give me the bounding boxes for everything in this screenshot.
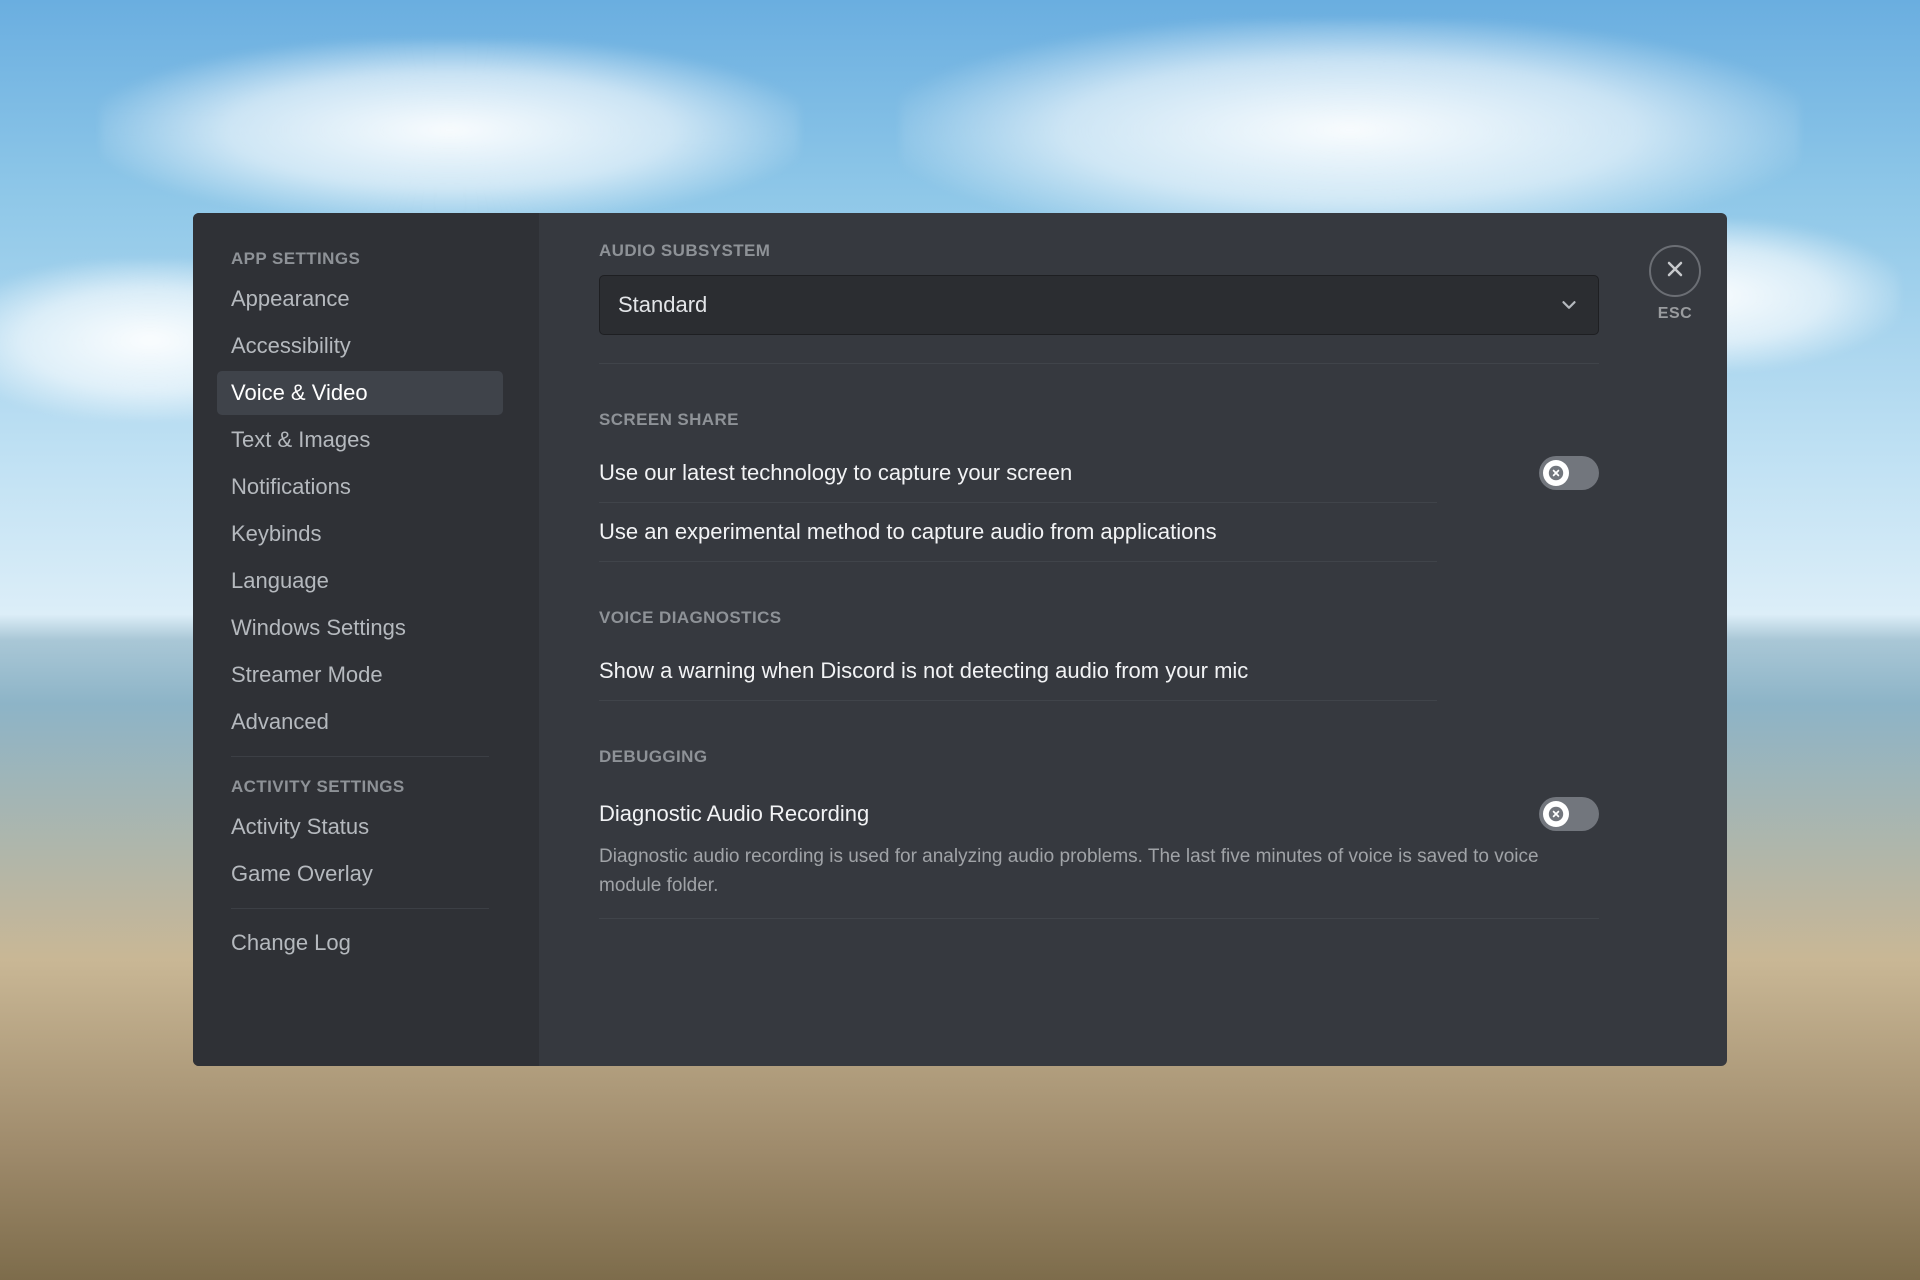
sidebar-item-game-overlay[interactable]: Game Overlay <box>217 852 503 896</box>
setting-description: Diagnostic audio recording is used for a… <box>599 843 1579 900</box>
sidebar-item-text-images[interactable]: Text & Images <box>217 418 503 462</box>
sidebar-item-activity-status[interactable]: Activity Status <box>217 805 503 849</box>
sidebar-item-voice-video[interactable]: Voice & Video <box>217 371 503 415</box>
sidebar-header-activity: ACTIVITY SETTINGS <box>217 769 503 805</box>
setting-row-mic-warning: Show a warning when Discord is not detec… <box>599 642 1437 700</box>
close-icon <box>1663 257 1687 286</box>
sidebar-item-keybinds[interactable]: Keybinds <box>217 512 503 556</box>
audio-subsystem-value: Standard <box>618 292 707 318</box>
setting-row-diagnostic-recording: Diagnostic Audio Recording <box>599 781 1599 839</box>
section-header-screen-share: SCREEN SHARE <box>599 410 1599 430</box>
toggle-off-icon <box>1543 801 1569 827</box>
setting-row-experimental-audio-capture: Use an experimental method to capture au… <box>599 503 1437 561</box>
section-header-debugging: DEBUGGING <box>599 747 1599 767</box>
toggle-screen-capture[interactable] <box>1539 456 1599 490</box>
setting-row-screen-capture: Use our latest technology to capture you… <box>599 444 1599 502</box>
sidebar-item-windows-settings[interactable]: Windows Settings <box>217 606 503 650</box>
settings-content: AUDIO SUBSYSTEM Standard SCREEN SHARE Us… <box>539 213 1727 1066</box>
sidebar-divider <box>231 908 489 909</box>
sidebar-item-appearance[interactable]: Appearance <box>217 277 503 321</box>
setting-label: Use our latest technology to capture you… <box>599 460 1072 486</box>
sidebar-item-accessibility[interactable]: Accessibility <box>217 324 503 368</box>
esc-label: ESC <box>1645 305 1705 323</box>
sidebar-item-change-log[interactable]: Change Log <box>217 921 503 965</box>
sidebar-item-notifications[interactable]: Notifications <box>217 465 503 509</box>
sidebar-header-app: APP SETTINGS <box>217 241 503 277</box>
chevron-down-icon <box>1558 294 1580 316</box>
settings-sidebar: APP SETTINGS AppearanceAccessibilityVoic… <box>193 213 539 1066</box>
close-area: ESC <box>1645 245 1705 323</box>
sidebar-item-advanced[interactable]: Advanced <box>217 700 503 744</box>
audio-subsystem-select[interactable]: Standard <box>599 275 1599 335</box>
settings-modal: APP SETTINGS AppearanceAccessibilityVoic… <box>193 213 1727 1066</box>
sidebar-divider <box>231 756 489 757</box>
divider <box>599 918 1599 919</box>
sidebar-item-streamer-mode[interactable]: Streamer Mode <box>217 653 503 697</box>
section-header-audio-subsystem: AUDIO SUBSYSTEM <box>599 241 1599 261</box>
section-header-voice-diagnostics: VOICE DIAGNOSTICS <box>599 608 1437 628</box>
close-button[interactable] <box>1649 245 1701 297</box>
setting-label: Diagnostic Audio Recording <box>599 801 869 827</box>
setting-label: Show a warning when Discord is not detec… <box>599 658 1248 684</box>
toggle-diagnostic-recording[interactable] <box>1539 797 1599 831</box>
setting-label: Use an experimental method to capture au… <box>599 519 1217 545</box>
sidebar-item-language[interactable]: Language <box>217 559 503 603</box>
toggle-off-icon <box>1543 460 1569 486</box>
